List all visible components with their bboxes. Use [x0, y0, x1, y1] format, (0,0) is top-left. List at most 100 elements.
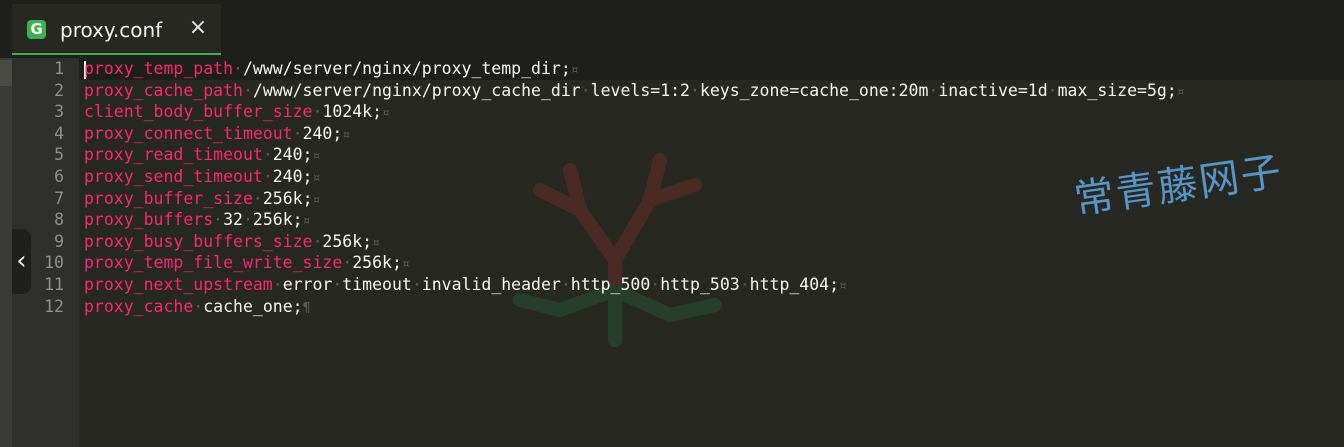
- whitespace-marker: ·: [928, 80, 939, 100]
- directive-argument: levels=1:2: [590, 80, 690, 100]
- code-content: client_body_buffer_size·1024k;¤: [84, 101, 390, 125]
- code-line[interactable]: 2 proxy_cache_path·/www/server/nginx/prox…: [12, 80, 1344, 102]
- whitespace-marker: ·: [739, 274, 750, 294]
- directive-argument: http_500: [570, 274, 651, 294]
- code-content: proxy_next_upstream·error·timeout·invali…: [84, 274, 847, 298]
- close-icon[interactable]: ×: [187, 16, 209, 40]
- code-line[interactable]: 11 proxy_next_upstream·error·timeout·inva…: [12, 274, 1344, 296]
- directive-keyword: client_body_buffer_size: [84, 102, 313, 122]
- directive-argument: max_size=5g;: [1057, 80, 1177, 100]
- code-content: proxy_cache_path·/www/server/nginx/proxy…: [84, 80, 1185, 104]
- directive-keyword: proxy_cache_path: [84, 80, 243, 100]
- directive-keyword: proxy_next_upstream: [84, 274, 273, 294]
- directive-argument: 32: [223, 210, 243, 230]
- directive-argument: http_404;: [749, 274, 840, 294]
- directive-keyword: proxy_busy_buffers_size: [84, 231, 313, 251]
- directive-keyword: proxy_buffer_size: [84, 188, 253, 208]
- tab-proxy-conf[interactable]: G proxy.conf ×: [12, 4, 221, 55]
- whitespace-marker: ·: [312, 231, 323, 251]
- code-line[interactable]: 9 proxy_busy_buffers_size·256k;¤: [12, 231, 1344, 253]
- line-number: 4: [54, 123, 64, 143]
- line-number: 7: [54, 188, 64, 208]
- directive-keyword: proxy_send_timeout: [84, 166, 263, 186]
- end-of-line-marker: ¤: [570, 63, 579, 78]
- file-type-icon: G: [27, 20, 46, 39]
- directive-keyword: proxy_temp_path: [84, 59, 234, 78]
- whitespace-marker: ·: [262, 145, 273, 165]
- whitespace-marker: ·: [252, 188, 263, 208]
- end-of-line-marker: ¤: [372, 235, 380, 251]
- end-of-line-marker: ¤: [302, 214, 311, 230]
- line-number: 6: [54, 166, 64, 186]
- line-number: 8: [54, 210, 64, 230]
- whitespace-marker: ·: [262, 166, 273, 186]
- tab-title: proxy.conf: [60, 18, 163, 42]
- code-content: proxy_busy_buffers_size·256k;¤: [84, 231, 380, 255]
- end-of-line-marker: ¤: [839, 278, 847, 294]
- whitespace-marker: ·: [650, 274, 661, 294]
- side-panel-handle[interactable]: [0, 60, 12, 86]
- directive-argument: error: [282, 274, 333, 294]
- code-content: proxy_temp_file_write_size·256k;¤: [84, 252, 410, 276]
- directive-keyword: proxy_buffers: [84, 210, 214, 230]
- line-number: 5: [54, 145, 64, 165]
- code-content: proxy_cache·cache_one;¶: [84, 296, 310, 320]
- side-panel-strip: [0, 58, 12, 447]
- directive-keyword: proxy_cache: [84, 296, 194, 316]
- whitespace-marker: ·: [690, 80, 700, 100]
- directive-keyword: proxy_read_timeout: [84, 145, 263, 165]
- whitespace-marker: ·: [332, 274, 343, 294]
- whitespace-marker: ·: [213, 210, 224, 230]
- directive-argument: inactive=1d: [938, 80, 1048, 100]
- end-of-line-marker: ¤: [382, 106, 390, 122]
- whitespace-marker: ·: [272, 274, 283, 294]
- line-number: 12: [44, 296, 64, 316]
- end-of-line-marker: ¤: [312, 170, 321, 186]
- directive-argument: 240;: [272, 145, 313, 165]
- code-content: proxy_buffer_size·256k;¤: [84, 188, 320, 212]
- directive-argument: /www/server/nginx/proxy_temp_dir;: [242, 59, 571, 78]
- directive-argument: 240;: [302, 123, 343, 143]
- end-of-line-marker: ¤: [312, 192, 321, 208]
- directive-keyword: proxy_temp_file_write_size: [84, 253, 343, 273]
- whitespace-marker: ·: [411, 274, 422, 294]
- directive-argument: 1024k;: [322, 102, 383, 122]
- tab-bar: G proxy.conf ×: [0, 0, 1344, 58]
- whitespace-marker: ·: [193, 296, 204, 316]
- code-content: proxy_temp_path·/www/server/nginx/proxy_…: [84, 58, 579, 82]
- whitespace-marker: ·: [1047, 80, 1058, 100]
- end-of-line-marker: ¤: [401, 257, 410, 273]
- code-line[interactable]: 10 proxy_temp_file_write_size·256k;¤: [12, 252, 1344, 274]
- directive-argument: cache_one;: [203, 296, 303, 316]
- directive-argument: 256k;: [252, 210, 303, 230]
- collapse-sidebar-button[interactable]: ‹: [12, 229, 31, 294]
- directive-argument: http_503: [660, 274, 740, 294]
- end-of-line-marker: ¶: [302, 300, 311, 316]
- directive-argument: 256k;: [352, 253, 402, 273]
- code-content: proxy_buffers·32·256k;¤: [84, 209, 310, 233]
- line-number: 2: [54, 80, 64, 100]
- code-content: proxy_read_timeout·240;¤: [84, 144, 320, 168]
- directive-argument: keys_zone=cache_one:20m: [699, 80, 929, 100]
- whitespace-marker: ·: [580, 80, 591, 100]
- end-of-line-marker: ¤: [312, 149, 321, 165]
- line-number: 3: [54, 102, 64, 122]
- code-line[interactable]: 3 client_body_buffer_size·1024k;¤: [12, 101, 1344, 123]
- code-line[interactable]: 4 proxy_connect_timeout·240;¤: [12, 123, 1344, 145]
- whitespace-marker: ·: [342, 253, 353, 273]
- directive-argument: /www/server/nginx/proxy_cache_dir: [252, 80, 581, 100]
- whitespace-marker: ·: [242, 210, 253, 230]
- directive-argument: invalid_header: [421, 274, 561, 294]
- end-of-line-marker: ¤: [342, 127, 351, 143]
- whitespace-marker: ·: [233, 59, 243, 78]
- whitespace-marker: ·: [292, 123, 303, 143]
- directive-argument: 256k;: [262, 188, 313, 208]
- end-of-line-marker: ¤: [1176, 84, 1185, 100]
- code-line[interactable]: 12 proxy_cache·cache_one;¶: [12, 296, 1344, 318]
- directive-argument: 240;: [272, 166, 313, 186]
- whitespace-marker: ·: [312, 102, 323, 122]
- code-line[interactable]: 1 proxy_temp_path·/www/server/nginx/proxy…: [12, 58, 1344, 80]
- directive-argument: timeout: [342, 274, 412, 294]
- directive-keyword: proxy_connect_timeout: [84, 123, 293, 143]
- whitespace-marker: ·: [242, 80, 253, 100]
